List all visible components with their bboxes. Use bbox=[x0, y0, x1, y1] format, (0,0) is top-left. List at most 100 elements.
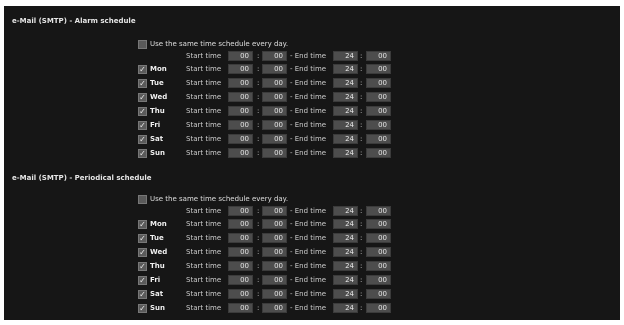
end-hour-input[interactable]: 24 bbox=[333, 233, 358, 243]
alarm-day-row-mon: ✓ Mon Start time 00 : 00 - End time 24 :… bbox=[4, 64, 620, 75]
end-time-label: - End time bbox=[290, 304, 327, 312]
start-hour-input[interactable]: 00 bbox=[228, 134, 253, 144]
end-hour-input[interactable]: 24 bbox=[333, 148, 358, 158]
end-hour-input[interactable]: 24 bbox=[333, 120, 358, 130]
start-minute-input[interactable]: 00 bbox=[262, 120, 287, 130]
end-hour-input[interactable]: 24 bbox=[333, 64, 358, 74]
end-minute-input[interactable]: 00 bbox=[366, 289, 391, 299]
day-label: Tue bbox=[150, 79, 164, 87]
start-time-label: Start time bbox=[186, 107, 222, 115]
day-checkbox[interactable]: ✓ bbox=[138, 276, 147, 285]
start-minute-input[interactable]: 00 bbox=[262, 51, 287, 61]
day-label: Fri bbox=[150, 121, 161, 129]
end-hour-input[interactable]: 24 bbox=[333, 289, 358, 299]
alarm-same-schedule-checkbox[interactable] bbox=[138, 40, 147, 49]
start-minute-input[interactable]: 00 bbox=[262, 92, 287, 102]
end-hour-input[interactable]: 24 bbox=[333, 206, 358, 216]
start-minute-input[interactable]: 00 bbox=[262, 289, 287, 299]
day-checkbox[interactable]: ✓ bbox=[138, 65, 147, 74]
start-minute-input[interactable]: 00 bbox=[262, 206, 287, 216]
alarm-day-row-sun: ✓ Sun Start time 00 : 00 - End time 24 :… bbox=[4, 148, 620, 159]
periodical-same-schedule-checkbox[interactable] bbox=[138, 195, 147, 204]
end-minute-input[interactable]: 00 bbox=[366, 78, 391, 88]
end-hour-input[interactable]: 24 bbox=[333, 51, 358, 61]
start-hour-input[interactable]: 00 bbox=[228, 106, 253, 116]
start-hour-input[interactable]: 00 bbox=[228, 64, 253, 74]
end-minute-input[interactable]: 00 bbox=[366, 233, 391, 243]
start-hour-input[interactable]: 00 bbox=[228, 289, 253, 299]
start-hour-input[interactable]: 00 bbox=[228, 275, 253, 285]
end-time-label: - End time bbox=[290, 93, 327, 101]
start-hour-input[interactable]: 00 bbox=[228, 92, 253, 102]
start-hour-input[interactable]: 00 bbox=[228, 247, 253, 257]
alarm-day-row-sat: ✓ Sat Start time 00 : 00 - End time 24 :… bbox=[4, 134, 620, 145]
end-hour-input[interactable]: 24 bbox=[333, 106, 358, 116]
end-minute-input[interactable]: 00 bbox=[366, 92, 391, 102]
end-hour-input[interactable]: 24 bbox=[333, 275, 358, 285]
day-checkbox[interactable]: ✓ bbox=[138, 304, 147, 313]
start-time-label: Start time bbox=[186, 304, 222, 312]
end-minute-input[interactable]: 00 bbox=[366, 303, 391, 313]
start-hour-input[interactable]: 00 bbox=[228, 303, 253, 313]
day-checkbox[interactable]: ✓ bbox=[138, 121, 147, 130]
day-checkbox[interactable]: ✓ bbox=[138, 79, 147, 88]
end-minute-input[interactable]: 00 bbox=[366, 219, 391, 229]
start-hour-input[interactable]: 00 bbox=[228, 261, 253, 271]
end-minute-input[interactable]: 00 bbox=[366, 206, 391, 216]
start-minute-input[interactable]: 00 bbox=[262, 78, 287, 88]
end-hour-input[interactable]: 24 bbox=[333, 134, 358, 144]
end-minute-input[interactable]: 00 bbox=[366, 134, 391, 144]
end-hour-input[interactable]: 24 bbox=[333, 78, 358, 88]
start-time-label: Start time bbox=[186, 290, 222, 298]
end-minute-input[interactable]: 00 bbox=[366, 261, 391, 271]
start-hour-input[interactable]: 00 bbox=[228, 148, 253, 158]
start-minute-input[interactable]: 00 bbox=[262, 247, 287, 257]
end-hour-input[interactable]: 24 bbox=[333, 261, 358, 271]
end-hour-input[interactable]: 24 bbox=[333, 92, 358, 102]
start-minute-input[interactable]: 00 bbox=[262, 148, 287, 158]
end-time-label: - End time bbox=[290, 248, 327, 256]
end-hour-input[interactable]: 24 bbox=[333, 303, 358, 313]
start-hour-input[interactable]: 00 bbox=[228, 78, 253, 88]
start-minute-input[interactable]: 00 bbox=[262, 134, 287, 144]
end-minute-input[interactable]: 00 bbox=[366, 275, 391, 285]
alarm-same-schedule-row: Use the same time schedule every day. bbox=[4, 39, 620, 50]
day-label: Thu bbox=[150, 107, 165, 115]
start-minute-input[interactable]: 00 bbox=[262, 233, 287, 243]
end-minute-input[interactable]: 00 bbox=[366, 106, 391, 116]
day-checkbox[interactable]: ✓ bbox=[138, 135, 147, 144]
day-checkbox[interactable]: ✓ bbox=[138, 107, 147, 116]
end-minute-input[interactable]: 00 bbox=[366, 148, 391, 158]
end-minute-input[interactable]: 00 bbox=[366, 51, 391, 61]
start-hour-input[interactable]: 00 bbox=[228, 120, 253, 130]
end-hour-input[interactable]: 24 bbox=[333, 219, 358, 229]
start-time-label: Start time bbox=[186, 121, 222, 129]
day-checkbox[interactable]: ✓ bbox=[138, 93, 147, 102]
day-checkbox[interactable]: ✓ bbox=[138, 262, 147, 271]
end-time-label: - End time bbox=[290, 220, 327, 228]
alarm-same-schedule-label: Use the same time schedule every day. bbox=[150, 40, 289, 48]
end-minute-input[interactable]: 00 bbox=[366, 64, 391, 74]
day-checkbox[interactable]: ✓ bbox=[138, 248, 147, 257]
day-label: Mon bbox=[150, 220, 167, 228]
end-hour-input[interactable]: 24 bbox=[333, 247, 358, 257]
day-checkbox[interactable]: ✓ bbox=[138, 234, 147, 243]
end-minute-input[interactable]: 00 bbox=[366, 120, 391, 130]
start-hour-input[interactable]: 00 bbox=[228, 206, 253, 216]
start-hour-input[interactable]: 00 bbox=[228, 219, 253, 229]
day-checkbox[interactable]: ✓ bbox=[138, 220, 147, 229]
start-minute-input[interactable]: 00 bbox=[262, 303, 287, 313]
start-hour-input[interactable]: 00 bbox=[228, 233, 253, 243]
end-time-label: - End time bbox=[290, 52, 327, 60]
start-hour-input[interactable]: 00 bbox=[228, 51, 253, 61]
periodical-day-row-sun: ✓ Sun Start time 00 : 00 - End time 24 :… bbox=[4, 303, 620, 314]
day-checkbox[interactable]: ✓ bbox=[138, 290, 147, 299]
start-minute-input[interactable]: 00 bbox=[262, 106, 287, 116]
end-minute-input[interactable]: 00 bbox=[366, 247, 391, 257]
start-minute-input[interactable]: 00 bbox=[262, 64, 287, 74]
day-checkbox[interactable]: ✓ bbox=[138, 149, 147, 158]
start-minute-input[interactable]: 00 bbox=[262, 219, 287, 229]
periodical-day-row-thu: ✓ Thu Start time 00 : 00 - End time 24 :… bbox=[4, 261, 620, 272]
start-minute-input[interactable]: 00 bbox=[262, 275, 287, 285]
start-minute-input[interactable]: 00 bbox=[262, 261, 287, 271]
